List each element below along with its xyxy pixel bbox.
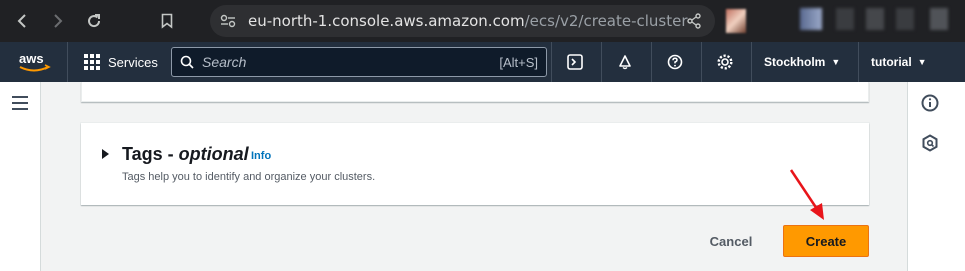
hamburger-menu-icon[interactable] (12, 96, 28, 114)
gear-icon (716, 54, 733, 70)
address-bar[interactable]: eu-north-1.console.aws.amazon.com/ecs/v2… (210, 5, 715, 37)
tags-section-card: Tags - optional Info Tags help you to id… (81, 123, 869, 205)
search-input[interactable] (202, 54, 500, 70)
browser-toolbar: eu-north-1.console.aws.amazon.com/ecs/v2… (0, 0, 965, 42)
tags-description: Tags help you to identify and organize y… (122, 171, 376, 183)
aws-logo[interactable]: aws (0, 42, 68, 82)
back-arrow-icon (17, 14, 26, 28)
region-selector[interactable]: Stockholm ▼ (751, 42, 852, 82)
reload-icon (88, 14, 101, 28)
settings-button[interactable] (701, 42, 747, 82)
cancel-button[interactable]: Cancel (696, 226, 766, 257)
expand-caret-icon[interactable] (102, 149, 109, 159)
services-label: Services (108, 54, 158, 70)
tags-title-optional: optional (178, 144, 249, 164)
extension-icon[interactable] (896, 8, 914, 30)
search-shortcut-hint: [Alt+S] (499, 54, 538, 70)
tags-title-main: Tags - (122, 144, 179, 164)
aws-top-navigation: aws Services [Alt+S] Stockholm ▼ tutorial… (0, 42, 965, 82)
region-label: Stockholm (764, 55, 826, 69)
right-side-rail (907, 82, 965, 271)
help-icon (667, 54, 682, 70)
forward-button[interactable] (40, 0, 76, 42)
tags-section-title[interactable]: Tags - optional (122, 144, 249, 165)
bookmark-button[interactable] (152, 13, 182, 29)
search-box[interactable]: [Alt+S] (171, 47, 547, 77)
aws-logo-text: aws (19, 51, 44, 66)
url-path: /ecs/v2/create-cluster?region... (524, 12, 688, 30)
bell-icon (618, 55, 631, 70)
info-panel-icon[interactable] (921, 94, 939, 112)
url-host: eu-north-1.console.aws.amazon.com (248, 12, 525, 30)
search-icon (180, 55, 194, 69)
help-panel-icon[interactable] (921, 134, 939, 152)
previous-section-card (81, 82, 869, 102)
account-label: tutorial (871, 55, 912, 69)
reload-button[interactable] (76, 0, 112, 42)
profile-avatar[interactable] (726, 9, 746, 33)
back-button[interactable] (4, 0, 40, 42)
extension-icon[interactable] (866, 8, 884, 30)
left-side-rail (0, 82, 41, 271)
site-settings-icon (220, 14, 236, 28)
caret-down-icon: ▼ (831, 57, 841, 67)
extension-icon[interactable] (836, 8, 854, 30)
aws-logo-icon: aws (19, 51, 51, 72)
services-menu-button[interactable]: Services (68, 42, 174, 82)
cloudshell-icon (566, 54, 583, 70)
caret-down-icon: ▼ (917, 57, 927, 67)
help-button[interactable] (651, 42, 697, 82)
bookmark-icon (161, 13, 173, 29)
cloudshell-button[interactable] (551, 42, 597, 82)
extension-icon[interactable] (930, 8, 948, 30)
account-menu[interactable]: tutorial ▼ (858, 42, 939, 82)
extension-icon[interactable] (800, 8, 822, 30)
create-button[interactable]: Create (783, 225, 869, 257)
annotation-arrow-icon (789, 169, 824, 220)
notifications-button[interactable] (601, 42, 647, 82)
forward-arrow-icon (54, 14, 63, 28)
share-icon[interactable] (687, 13, 701, 29)
url-text: eu-north-1.console.aws.amazon.com/ecs/v2… (248, 12, 688, 30)
tags-info-link[interactable]: Info (251, 150, 271, 162)
services-grid-icon (84, 54, 100, 70)
